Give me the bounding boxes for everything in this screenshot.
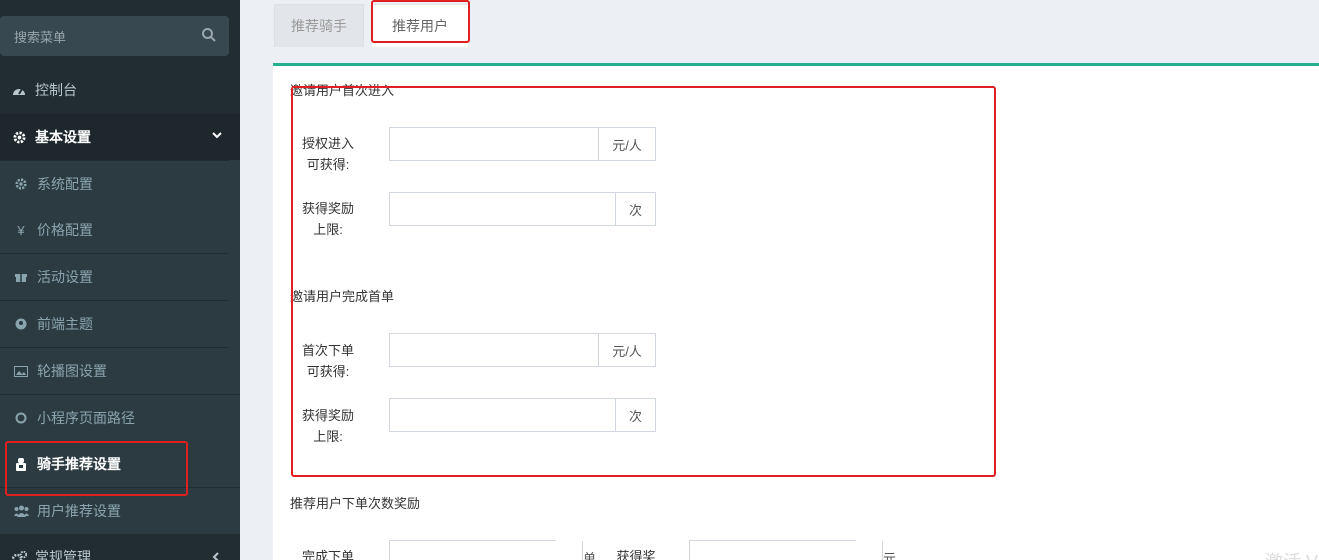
sidebar-item-system-config[interactable]: 系统配置 bbox=[0, 161, 240, 207]
gift-icon bbox=[13, 269, 29, 285]
section-title: 推荐用户下单次数奖励 bbox=[290, 496, 421, 511]
watermark-text: 激活 V bbox=[1265, 548, 1318, 560]
sidebar-item-dashboard[interactable]: 控制台 bbox=[0, 67, 240, 113]
sidebar-item-basic-settings[interactable]: 基本设置 bbox=[0, 114, 240, 160]
entry-reward-limit-input[interactable] bbox=[390, 193, 615, 225]
unit-addon: 次 bbox=[615, 399, 655, 431]
sidebar-item-label: 价格配置 bbox=[37, 222, 93, 238]
sidebar-scrollbar[interactable] bbox=[229, 160, 240, 350]
sidebar-item-price-config[interactable]: ¥ 价格配置 bbox=[0, 207, 240, 253]
sidebar-item-carousel[interactable]: 轮播图设置 bbox=[0, 348, 240, 394]
sidebar-item-label: 用户推荐设置 bbox=[37, 503, 121, 519]
unit-addon: 元/人 bbox=[598, 128, 655, 160]
unit-addon: 次 bbox=[615, 193, 655, 225]
section-title: 邀请用户完成首单 bbox=[290, 289, 395, 304]
sidebar-item-label: 前端主题 bbox=[37, 316, 93, 332]
rider-icon bbox=[13, 456, 29, 472]
sidebar: 搜索菜单 控制台 基本设置 系统配置 ¥ 价格配置 活动设置 前端主题 轮播图设… bbox=[0, 0, 240, 560]
chevron-down-icon bbox=[212, 132, 222, 139]
search-icon[interactable] bbox=[201, 27, 217, 43]
field-label: 获得奖 bbox=[616, 549, 656, 560]
sidebar-item-miniprogram-path[interactable]: 小程序页面路径 bbox=[0, 395, 240, 441]
sidebar-item-label: 骑手推荐设置 bbox=[37, 456, 121, 472]
tab-rider-referral[interactable]: 推荐骑手 bbox=[274, 4, 364, 47]
field-label: 完成下单 bbox=[301, 549, 354, 560]
field-label: 授权进入 可获得: bbox=[301, 136, 354, 172]
yen-icon: ¥ bbox=[17, 222, 25, 238]
sidebar-item-label: 轮播图设置 bbox=[37, 363, 107, 379]
entry-reward-limit-group: 次 bbox=[389, 192, 656, 226]
unit-addon: 元 bbox=[882, 541, 897, 560]
sidebar-item-label: 活动设置 bbox=[37, 269, 93, 285]
unit-addon: 单 bbox=[582, 541, 597, 560]
circle-icon bbox=[13, 410, 29, 426]
order-count-reward-group: 元 bbox=[689, 540, 897, 560]
order-count-reward-input[interactable] bbox=[690, 541, 882, 560]
sidebar-item-activity[interactable]: 活动设置 bbox=[0, 254, 240, 300]
auth-entry-reward-group: 元/人 bbox=[389, 127, 656, 161]
gear-icon bbox=[11, 129, 27, 145]
sidebar-item-rider-referral[interactable]: 骑手推荐设置 bbox=[0, 441, 240, 487]
first-order-reward-input[interactable] bbox=[390, 334, 598, 366]
sidebar-item-label: 控制台 bbox=[35, 82, 77, 98]
tab-user-referral[interactable]: 推荐用户 bbox=[372, 4, 468, 47]
first-order-limit-group: 次 bbox=[389, 398, 656, 432]
first-order-reward-group: 元/人 bbox=[389, 333, 656, 367]
users-icon bbox=[13, 503, 29, 519]
dashboard-icon bbox=[11, 82, 27, 98]
chevron-left-icon bbox=[212, 552, 219, 560]
sidebar-item-user-referral[interactable]: 用户推荐设置 bbox=[0, 488, 240, 534]
image-icon bbox=[13, 363, 29, 379]
unit-addon: 元/人 bbox=[598, 334, 655, 366]
section-title: 邀请用户首次进入 bbox=[290, 83, 395, 98]
sidebar-search[interactable]: 搜索菜单 bbox=[0, 16, 229, 56]
gear-icon bbox=[13, 176, 29, 192]
sidebar-item-label: 系统配置 bbox=[37, 176, 93, 192]
theme-icon bbox=[13, 316, 29, 332]
sidebar-item-frontend-theme[interactable]: 前端主题 bbox=[0, 301, 240, 347]
field-label: 首次下单 可获得: bbox=[301, 343, 354, 379]
first-order-limit-input[interactable] bbox=[390, 399, 615, 431]
sidebar-item-label: 小程序页面路径 bbox=[37, 410, 135, 426]
order-count-input[interactable] bbox=[390, 541, 582, 560]
sidebar-item-label: 常规管理 bbox=[35, 549, 91, 560]
search-placeholder: 搜索菜单 bbox=[14, 30, 67, 45]
sidebar-item-general-management[interactable]: 常规管理 bbox=[0, 534, 240, 560]
field-label: 获得奖励 上限: bbox=[301, 408, 354, 444]
auth-entry-reward-input[interactable] bbox=[390, 128, 598, 160]
field-label: 获得奖励 上限: bbox=[301, 201, 354, 237]
order-count-group: 单 bbox=[389, 540, 597, 560]
sidebar-item-label: 基本设置 bbox=[35, 129, 91, 145]
tab-bar: 推荐骑手 推荐用户 bbox=[258, 0, 1319, 47]
cogs-icon bbox=[11, 549, 27, 560]
